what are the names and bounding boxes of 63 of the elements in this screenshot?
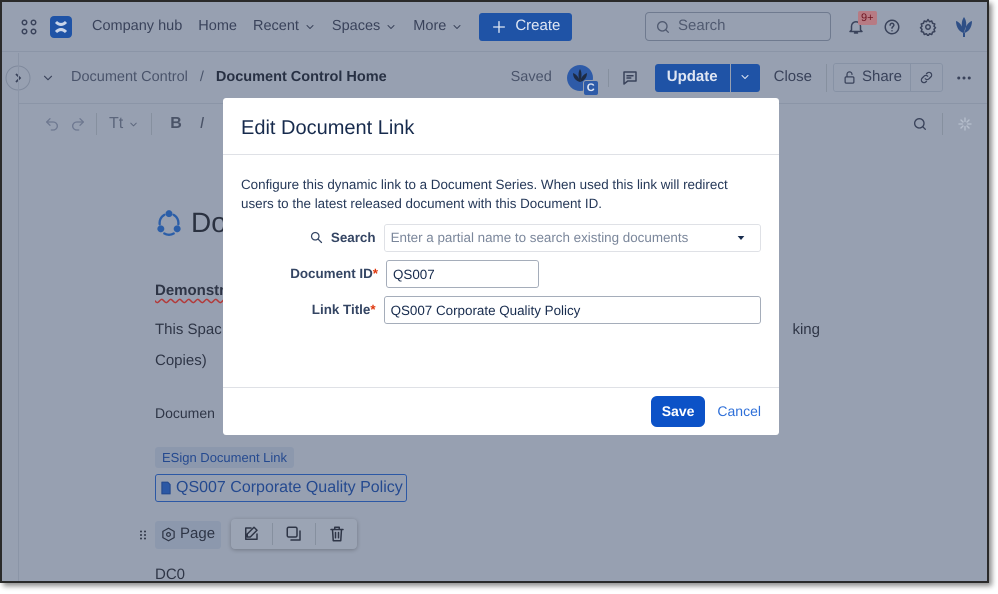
cycle-arrows-icon — [155, 209, 183, 237]
required-mark: * — [370, 300, 376, 319]
create-button[interactable]: Create — [479, 12, 572, 40]
avatar-badge: C — [582, 80, 599, 96]
close-button[interactable]: Close — [766, 62, 820, 93]
notification-badge: 9+ — [858, 10, 877, 24]
search-placeholder: Search — [678, 16, 726, 36]
paragraph-text: king — [792, 320, 820, 340]
dialog-description: Configure this dynamic link to a Document Series. When used this link will redirect users to the latest released document with this Document ID. — [241, 176, 729, 213]
search-field[interactable]: Search — [645, 12, 831, 41]
field-label: Document ID — [290, 264, 373, 283]
unlock-icon — [842, 70, 857, 85]
expand-sidebar-button[interactable] — [5, 64, 31, 90]
tulip-avatar[interactable] — [953, 14, 975, 38]
nav-menu-item[interactable]: Recent — [244, 12, 324, 42]
edit-icon[interactable] — [242, 524, 260, 542]
document-icon — [159, 480, 173, 496]
page-chip[interactable]: Page — [155, 520, 222, 548]
paragraph-text: This Spac — [155, 320, 222, 340]
comment-icon[interactable] — [620, 68, 639, 86]
copy-icon[interactable] — [285, 524, 303, 542]
nav-menu-item[interactable]: Home — [190, 12, 245, 42]
required-mark: * — [372, 264, 378, 283]
breadcrumb-link[interactable]: Document Control Home — [216, 66, 387, 88]
update-button[interactable]: Update — [654, 64, 730, 92]
field-label: Search — [330, 228, 376, 247]
app-grid-icon[interactable] — [20, 18, 38, 36]
content-label: Documen — [155, 404, 215, 422]
update-dropdown-button[interactable] — [730, 64, 760, 92]
paragraph-text: Copies) — [155, 350, 207, 370]
trash-icon[interactable] — [328, 524, 346, 542]
cancel-link[interactable]: Cancel — [717, 401, 761, 422]
document-link[interactable]: QS007 Corporate Quality Policy — [155, 474, 407, 502]
breadcrumb-separator: / — [200, 68, 204, 87]
app-logo[interactable] — [50, 16, 72, 38]
placeholder-text: Enter a partial name to search existing documents — [390, 228, 688, 247]
bold-button[interactable]: B — [162, 108, 190, 140]
search-select[interactable]: Enter a partial name to search existing documents — [384, 224, 761, 252]
dialog-title: Edit Document Link — [241, 116, 416, 140]
nav-menu-item[interactable]: Spaces — [324, 12, 406, 42]
save-status: Saved — [510, 68, 552, 87]
footer-text: DC0 — [155, 564, 186, 581]
italic-button[interactable]: I — [190, 108, 214, 140]
content-heading: Demonstr — [155, 281, 226, 301]
plus-icon — [491, 18, 508, 34]
nav-menu-item[interactable]: More — [405, 12, 472, 42]
search-icon — [655, 18, 671, 34]
field-label: Link Title — [312, 300, 370, 319]
search-icon[interactable] — [912, 116, 928, 132]
search-icon — [308, 230, 324, 246]
link-icon — [919, 70, 934, 85]
save-button[interactable]: Save — [650, 396, 706, 427]
settings-icon[interactable] — [919, 18, 937, 36]
nav-menu-item[interactable]: Company hub — [84, 12, 190, 42]
text-input[interactable]: QS007 Corporate Quality Policy — [384, 296, 761, 324]
hexagon-nut-icon — [161, 527, 176, 542]
text-style-button[interactable]: Tt — [107, 110, 142, 138]
caret-down-icon — [736, 234, 746, 242]
breadcrumb-link[interactable]: Document Control — [71, 66, 188, 88]
text-input[interactable]: QS007 — [386, 260, 539, 288]
help-icon[interactable] — [883, 18, 901, 36]
macro-label[interactable]: ESign Document Link — [155, 446, 294, 468]
drag-handle-icon[interactable] — [137, 528, 149, 542]
